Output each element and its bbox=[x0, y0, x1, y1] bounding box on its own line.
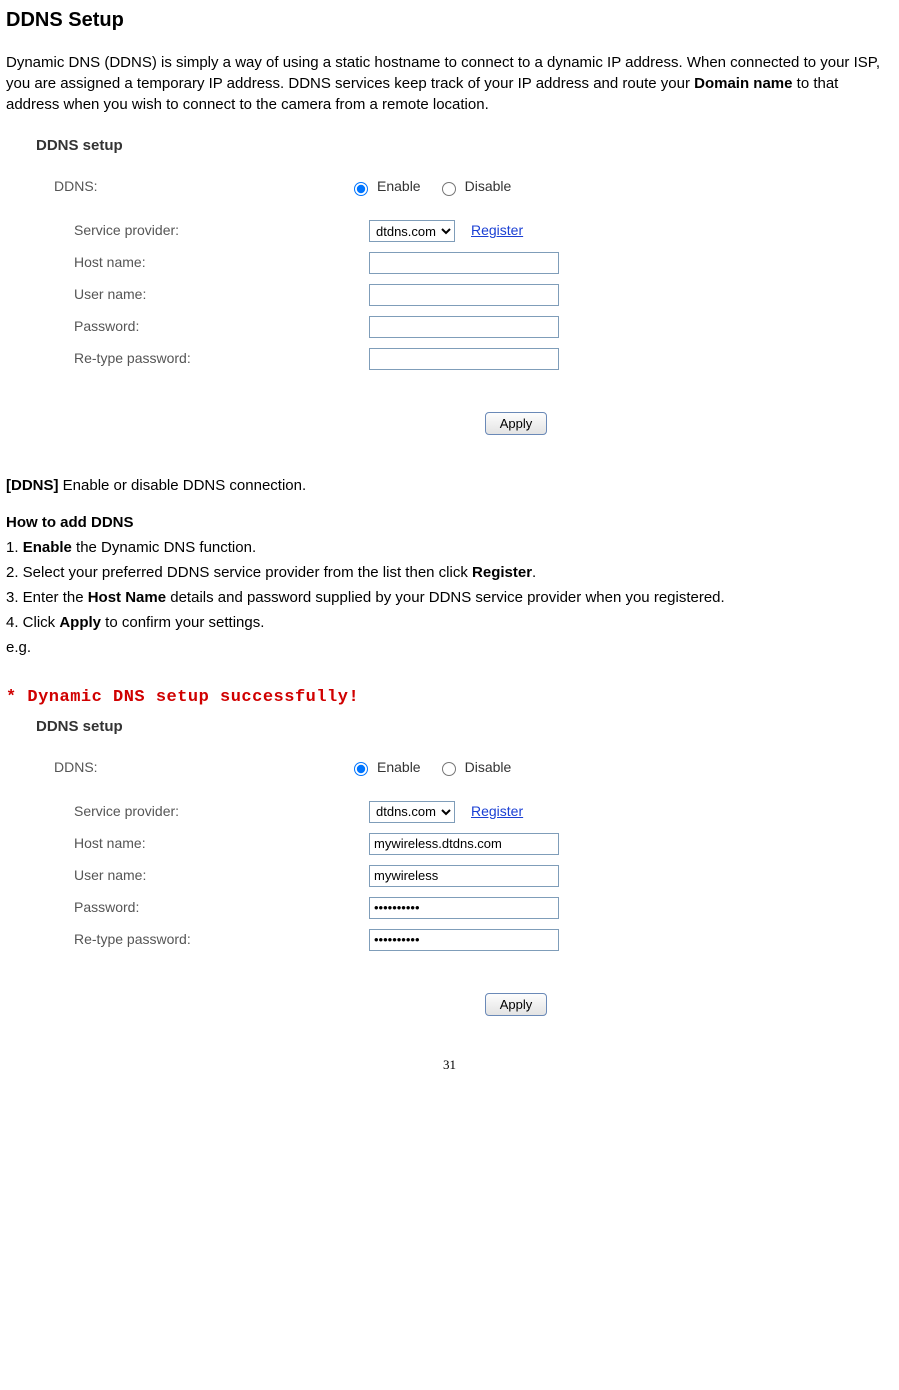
register-link-2[interactable]: Register bbox=[471, 802, 523, 822]
step1-a: 1. bbox=[6, 539, 23, 556]
step3-a: 3. Enter the bbox=[6, 589, 88, 606]
provider-select-2[interactable]: dtdns.com bbox=[369, 801, 455, 823]
radio-disable-label: Disable bbox=[465, 177, 512, 197]
eg-label: e.g. bbox=[6, 637, 893, 658]
label-user-2: User name: bbox=[36, 866, 369, 886]
panel-title: DDNS setup bbox=[36, 135, 893, 156]
label-provider: Service provider: bbox=[36, 221, 369, 241]
label-host: Host name: bbox=[36, 253, 369, 273]
label-host-2: Host name: bbox=[36, 834, 369, 854]
label-repassword: Re-type password: bbox=[36, 349, 369, 369]
intro-domain-bold: Domain name bbox=[694, 75, 792, 92]
ddns-desc-text: Enable or disable DDNS connection. bbox=[59, 477, 307, 494]
radio-disable-label-2: Disable bbox=[465, 758, 512, 778]
step-2: 2. Select your preferred DDNS service pr… bbox=[6, 562, 893, 583]
user-input-2[interactable] bbox=[369, 865, 559, 887]
radio-disable[interactable] bbox=[442, 182, 456, 196]
label-repassword-2: Re-type password: bbox=[36, 930, 369, 950]
register-link[interactable]: Register bbox=[471, 221, 523, 241]
step3-c: details and password supplied by your DD… bbox=[166, 589, 725, 606]
label-ddns: DDNS: bbox=[36, 177, 349, 197]
step4-c: to confirm your settings. bbox=[101, 614, 264, 631]
host-input-2[interactable] bbox=[369, 833, 559, 855]
repassword-input[interactable] bbox=[369, 348, 559, 370]
radio-enable-2[interactable] bbox=[354, 762, 368, 776]
radio-disable-2[interactable] bbox=[442, 762, 456, 776]
step-3: 3. Enter the Host Name details and passw… bbox=[6, 587, 893, 608]
step2-c: . bbox=[532, 564, 536, 581]
label-password: Password: bbox=[36, 317, 369, 337]
step4-b: Apply bbox=[59, 614, 101, 631]
panel-title-2: DDNS setup bbox=[36, 716, 893, 737]
apply-button[interactable]: Apply bbox=[485, 412, 548, 435]
apply-button-2[interactable]: Apply bbox=[485, 993, 548, 1016]
host-input[interactable] bbox=[369, 252, 559, 274]
step-1: 1. Enable the Dynamic DNS function. bbox=[6, 537, 893, 558]
ddns-panel-empty: DDNS setup DDNS: Enable Disable Service … bbox=[6, 135, 893, 435]
provider-select[interactable]: dtdns.com bbox=[369, 220, 455, 242]
howto-heading: How to add DDNS bbox=[6, 512, 893, 533]
password-input-2[interactable] bbox=[369, 897, 559, 919]
step1-c: the Dynamic DNS function. bbox=[72, 539, 256, 556]
user-input[interactable] bbox=[369, 284, 559, 306]
step1-b: Enable bbox=[23, 539, 72, 556]
ddns-panel-filled: DDNS setup DDNS: Enable Disable Service … bbox=[6, 716, 893, 1016]
success-message: * Dynamic DNS setup successfully! bbox=[6, 686, 893, 710]
step2-a: 2. Select your preferred DDNS service pr… bbox=[6, 564, 472, 581]
step4-a: 4. Click bbox=[6, 614, 59, 631]
step2-b: Register bbox=[472, 564, 532, 581]
ddns-desc: [DDNS] Enable or disable DDNS connection… bbox=[6, 475, 893, 496]
radio-enable-label: Enable bbox=[377, 177, 421, 197]
password-input[interactable] bbox=[369, 316, 559, 338]
label-password-2: Password: bbox=[36, 898, 369, 918]
intro-paragraph: Dynamic DNS (DDNS) is simply a way of us… bbox=[6, 52, 893, 115]
label-provider-2: Service provider: bbox=[36, 802, 369, 822]
label-ddns-2: DDNS: bbox=[36, 758, 349, 778]
page-number: 31 bbox=[6, 1056, 893, 1074]
radio-enable[interactable] bbox=[354, 182, 368, 196]
page-title: DDNS Setup bbox=[6, 6, 893, 34]
step-4: 4. Click Apply to confirm your settings. bbox=[6, 612, 893, 633]
step3-b: Host Name bbox=[88, 589, 166, 606]
ddns-label-bold: [DDNS] bbox=[6, 477, 59, 494]
repassword-input-2[interactable] bbox=[369, 929, 559, 951]
label-user: User name: bbox=[36, 285, 369, 305]
radio-enable-label-2: Enable bbox=[377, 758, 421, 778]
